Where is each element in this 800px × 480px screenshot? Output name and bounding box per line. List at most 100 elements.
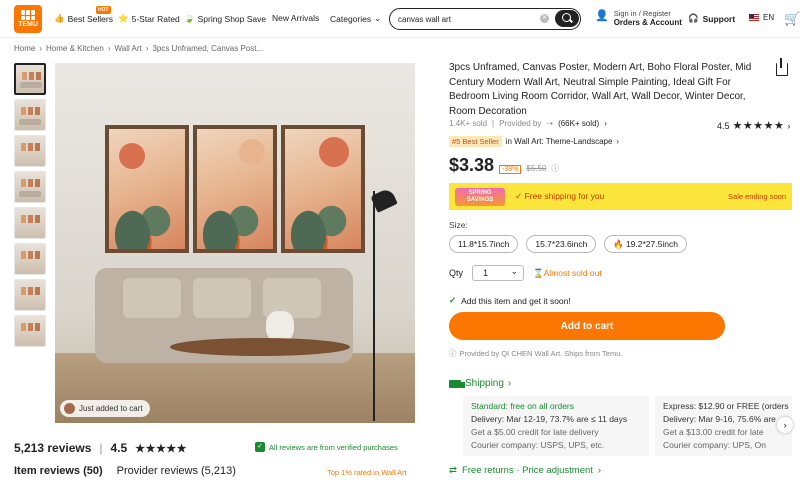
divider: | (492, 119, 495, 128)
search-input[interactable]: canvas wall art ✕ (389, 8, 581, 30)
thumbnail-sofa (19, 119, 41, 125)
thumbnail[interactable] (14, 171, 46, 203)
us-flag-icon (749, 14, 759, 21)
thumbnail[interactable] (14, 315, 46, 347)
store-logo-icon: ⇢ (546, 119, 554, 128)
chevron-right-icon: › (604, 119, 607, 128)
chevron-right-icon: › (787, 120, 791, 131)
product-rating[interactable]: 4.5 ★★★★★ › (717, 119, 790, 132)
breadcrumb-wall-art[interactable]: Wall Art (115, 44, 142, 53)
add-note: ✓ Add this item and get it soon! (449, 295, 571, 306)
chevron-right-icon: › (597, 465, 602, 476)
check-icon: ✓ (449, 295, 457, 305)
reviews-count[interactable]: 5,213 reviews (14, 441, 91, 455)
reviews-rating: 4.5 (110, 441, 128, 455)
verified-note: ✓ All reviews are from verified purchase… (255, 442, 398, 452)
provided-note: ⓘ Provided by QI CHEN Wall Art. Ships fr… (449, 349, 623, 358)
cart-icon[interactable]: 🛒 (784, 11, 800, 27)
star-badge-icon: ⭐ (118, 13, 129, 23)
nav-spring-shop-save[interactable]: 🍃 Spring Shop Save (184, 13, 266, 24)
free-shipping-text: ✓ Free shipping for you (515, 191, 605, 201)
thumbnail-art (21, 107, 26, 115)
spring-savings-badge: SPRING SAVINGS (455, 187, 505, 206)
thumbnail[interactable] (14, 279, 46, 311)
nav-best-sellers[interactable]: 👍 Best Sellers (54, 13, 113, 24)
share-icon[interactable] (776, 58, 788, 76)
shipping-header[interactable]: Shipping › (449, 378, 511, 389)
leaf-icon: 🍃 (184, 13, 195, 23)
signin-account[interactable]: 👤 Sign in / Register Orders & Account (595, 9, 682, 28)
discount-badge: -38% (499, 165, 522, 174)
size-option[interactable]: 15.7*23.6inch (526, 235, 597, 253)
chevron-down-icon: ⌄ (374, 13, 382, 23)
support-link[interactable]: 🎧 Support (688, 13, 735, 24)
qty-label: Qty (449, 268, 464, 278)
canvas-panel-center (193, 125, 277, 253)
breadcrumb-home-kitchen[interactable]: Home & Kitchen (46, 44, 104, 53)
provided-by-label: Provided by (499, 119, 542, 128)
thumbnail-art (21, 323, 26, 331)
chevron-right-icon: › (507, 378, 512, 389)
size-option[interactable]: 11.8*15.7inch (449, 235, 519, 253)
nav-categories[interactable]: Categories ⌄ (330, 13, 381, 24)
temu-logo[interactable]: TEMU (14, 5, 42, 33)
avatar (64, 403, 75, 414)
add-to-cart-button[interactable]: Add to cart (449, 312, 725, 340)
info-icon: ⓘ (449, 349, 457, 358)
info-icon[interactable]: ⓘ (551, 163, 559, 174)
thumbs-up-icon: 👍 (54, 13, 65, 23)
thumbnail-art (21, 215, 26, 223)
sold-meta: 1.4K+ sold | Provided by ⇢ (66K+ sold) › (449, 119, 607, 128)
canvas-panel-left (105, 125, 189, 253)
breadcrumb-current: 3pcs Unframed, Canvas Post... (152, 44, 264, 53)
thumbnail[interactable] (14, 243, 46, 275)
thumbnail-art (21, 179, 26, 187)
next-arrow-icon[interactable]: › (777, 417, 793, 433)
just-added-toast: Just added to cart (60, 400, 150, 417)
language-selector[interactable]: EN (749, 13, 774, 22)
provider-sold[interactable]: (66K+ sold) (558, 119, 599, 128)
search-button[interactable] (555, 10, 579, 27)
clear-search-icon[interactable]: ✕ (540, 14, 549, 23)
canvas-panel-right (281, 125, 365, 253)
logo-icon (21, 10, 35, 20)
fire-icon: 🔥 (613, 238, 624, 249)
thumbnail-art (21, 287, 26, 295)
tab-provider-reviews[interactable]: Provider reviews (5,213) (117, 465, 236, 477)
rating-stars: ★★★★★ (135, 442, 188, 455)
reviews-summary: 5,213 reviews | 4.5 ★★★★★ (14, 441, 187, 455)
size-options: 11.8*15.7inch 15.7*23.6inch 🔥 19.2*27.5in… (449, 235, 687, 253)
hourglass-icon: ⌛ (533, 267, 544, 278)
thumbnail-list (14, 63, 46, 351)
thumbnail-sofa (19, 191, 41, 197)
best-seller-row[interactable]: #5 Best Seller in Wall Art: Theme-Landsc… (449, 136, 619, 147)
tab-item-reviews[interactable]: Item reviews (50) (14, 465, 103, 477)
nav-five-star-rated[interactable]: ⭐ 5-Star Rated (118, 13, 180, 24)
chevron-right-icon: › (616, 137, 620, 146)
thumbnail[interactable] (14, 63, 46, 95)
shield-check-icon: ✓ (255, 442, 265, 452)
promo-banner: SPRING SAVINGS ✓ Free shipping for you S… (449, 183, 792, 210)
breadcrumb-sep: › (39, 44, 43, 53)
original-price: $5.50 (526, 164, 547, 173)
thumbnail-sofa (20, 82, 42, 88)
thumbnail-art (22, 72, 27, 80)
coffee-table (170, 338, 350, 356)
size-option[interactable]: 🔥 19.2*27.5inch (604, 235, 687, 253)
thumbnail[interactable] (14, 207, 46, 239)
review-tabs: Item reviews (50) Provider reviews (5,21… (14, 465, 236, 477)
user-icon: 👤 (595, 10, 609, 22)
nav-new-arrivals[interactable]: New Arrivals (272, 13, 319, 23)
thumbnail-art (21, 143, 26, 151)
product-title: 3pcs Unframed, Canvas Poster, Modern Art… (449, 62, 752, 117)
free-returns-row[interactable]: ⇄ Free returns · Price adjustment › (449, 465, 601, 476)
product-main-image[interactable] (55, 63, 415, 423)
top-rated-note: Top 1% rated in Wall Art (327, 468, 407, 477)
sold-count: 1.4K+ sold (449, 119, 488, 128)
breadcrumb-home[interactable]: Home (14, 44, 35, 53)
thumbnail[interactable] (14, 99, 46, 131)
quantity-select[interactable]: 1 (472, 265, 525, 281)
returns-icon: ⇄ (449, 465, 457, 476)
rating-stars: ★★★★★ (732, 120, 785, 132)
thumbnail[interactable] (14, 135, 46, 167)
